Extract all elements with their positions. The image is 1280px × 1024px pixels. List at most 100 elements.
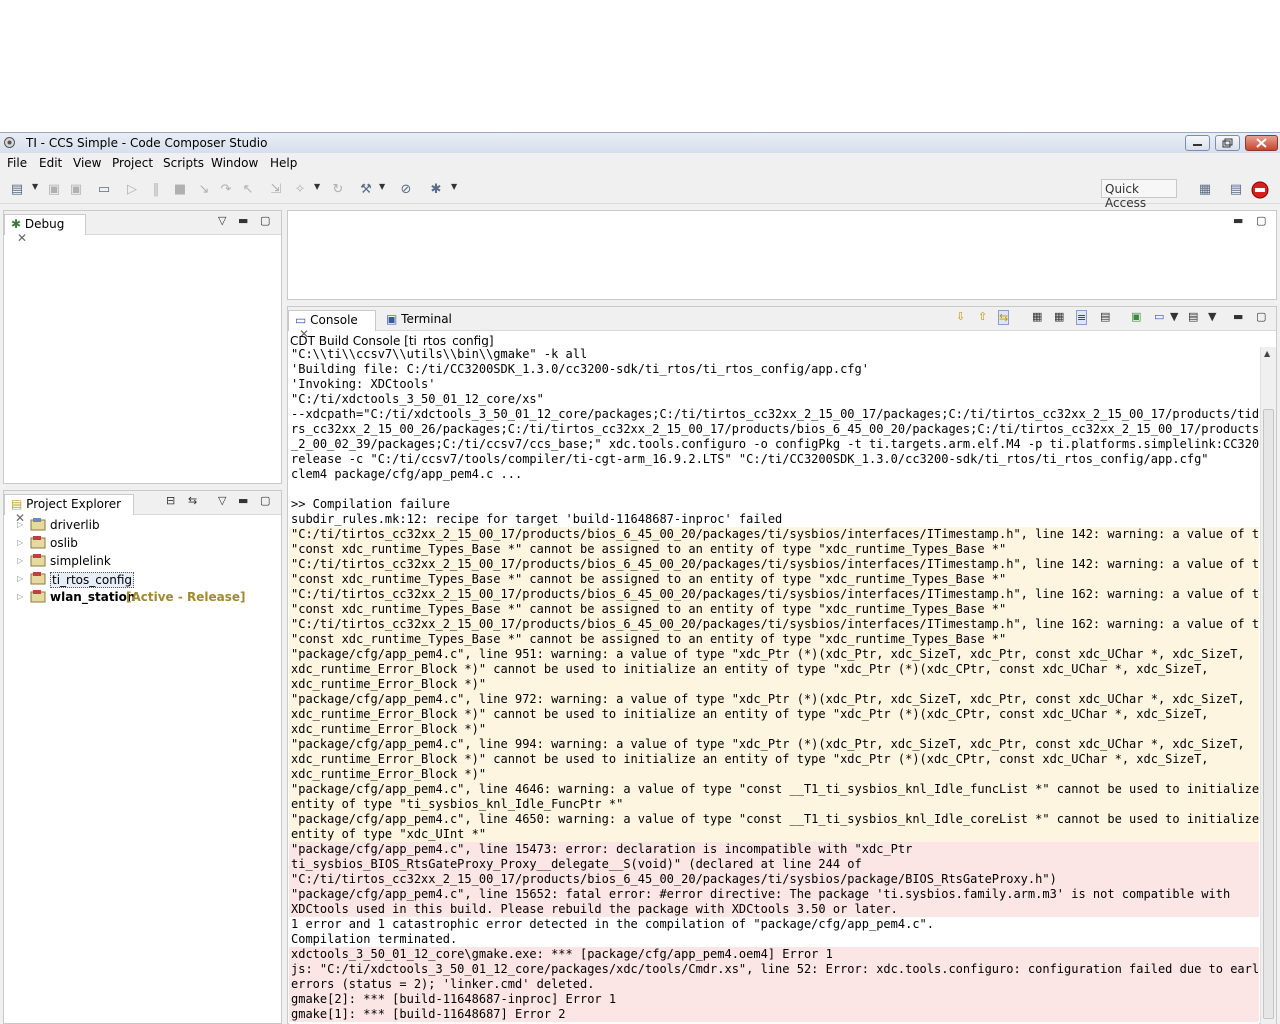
scrollbar-thumb[interactable] <box>1263 409 1274 1019</box>
menu-file[interactable]: File <box>7 156 27 170</box>
terminate-icon[interactable]: ■ <box>172 181 188 197</box>
project-explorer-icon: ▤ <box>11 497 23 511</box>
save-all-icon[interactable]: ▣ <box>68 181 84 197</box>
console-header: CDT Build Console [ti_rtos_config] <box>290 334 494 348</box>
minimize-button[interactable] <box>1185 135 1210 151</box>
reset-icon[interactable]: ✧ <box>292 181 308 197</box>
tab-terminal[interactable]: ▣ Terminal <box>386 312 452 326</box>
expand-icon[interactable]: ▷ <box>17 520 23 529</box>
view-menu-icon[interactable]: ▽ <box>218 494 226 507</box>
open-perspective-icon[interactable]: ▦ <box>1197 181 1213 197</box>
new-dropdown-icon[interactable]: ▼ <box>32 182 39 192</box>
maximize-view-icon[interactable]: ▢ <box>260 214 270 227</box>
perspective-ccs-edit-icon[interactable]: ▤ <box>1228 181 1244 197</box>
reset-dropdown-icon[interactable]: ▼ <box>314 182 321 192</box>
expand-icon[interactable]: ▷ <box>17 538 23 547</box>
tab-project-explorer[interactable]: ▤ Project Explorer ✕ <box>4 494 134 525</box>
expand-icon[interactable]: ▷ <box>17 556 23 565</box>
new-icon[interactable]: ▤ <box>9 181 25 197</box>
project-explorer-tabbar: ▤ Project Explorer ✕ ⊟ ⇆ ▽ ▬ ▢ <box>4 491 281 525</box>
console-output[interactable]: "C:\\ti\\ccsv7\\utils\\bin\\gmake" -k al… <box>289 347 1259 1024</box>
display-console-icon[interactable]: ▭ <box>1154 310 1164 323</box>
restore-button[interactable] <box>1215 135 1240 151</box>
console-line: xdc_runtime_Error_Block *)" <box>289 677 1259 692</box>
console-line: js: "C:/ti/xdctools_3_50_01_12_core/pack… <box>289 962 1259 977</box>
restore-icon <box>1222 138 1233 148</box>
console-scrollbar[interactable]: ▲ <box>1260 347 1276 1024</box>
console-toggle-icon[interactable]: ▭ <box>96 181 112 197</box>
view-menu-icon[interactable]: ▽ <box>218 214 226 227</box>
menu-view[interactable]: View <box>73 156 101 170</box>
console-line: Compilation terminated. <box>291 932 458 946</box>
quick-access-field[interactable]: Quick Access <box>1101 179 1177 210</box>
next-error-icon[interactable]: ⇩ <box>956 310 965 323</box>
restart-icon[interactable]: ↻ <box>330 181 346 197</box>
show-error-icon[interactable]: ⇆ <box>998 310 1010 325</box>
expand-icon[interactable]: ▷ <box>17 574 23 583</box>
maximize-view-icon[interactable]: ▢ <box>1256 310 1266 323</box>
maximize-view-icon[interactable]: ▢ <box>260 494 270 507</box>
maximize-view-icon[interactable]: ▢ <box>1256 214 1266 227</box>
console-line: 'Building file: C:/ti/CC3200SDK_1.3.0/cc… <box>291 362 869 376</box>
resume-icon[interactable]: ▷ <box>124 181 140 197</box>
tab-debug[interactable]: ✱ Debug ✕ <box>4 214 86 245</box>
console-line: entity of type "ti_sysbios_knl_Idle_Func… <box>289 797 1259 812</box>
tree-item-oslib[interactable]: ▷ oslib <box>4 535 279 553</box>
open-console-dropdown-icon[interactable]: ▼ <box>1208 310 1216 323</box>
link-with-editor-icon[interactable]: ⇆ <box>188 494 197 507</box>
console-line: XDCtools used in this build. Please rebu… <box>289 902 1259 917</box>
suspend-icon[interactable]: ‖ <box>148 181 164 197</box>
console-line: "C:/ti/tirtos_cc32xx_2_15_00_17/products… <box>289 527 1259 542</box>
pin-console-icon[interactable]: ▣ <box>1131 310 1141 323</box>
debug-view: ✱ Debug ✕ ▽ ▬ ▢ <box>3 210 282 484</box>
skip-breakpoints-icon[interactable]: ⊘ <box>398 181 414 197</box>
console-line: xdc_runtime_Error_Block *)" <box>289 722 1259 737</box>
console-line: xdc_runtime_Error_Block *)" cannot be us… <box>289 662 1259 677</box>
tree-item-ti-rtos-config[interactable]: ▷ ti_rtos_config <box>4 571 279 589</box>
tab-project-explorer-label: Project Explorer <box>26 497 122 511</box>
scroll-lock-icon[interactable]: ▦ <box>1054 310 1064 323</box>
step-over-icon[interactable]: ↷ <box>218 181 234 197</box>
tree-item-simplelink[interactable]: ▷ simplelink <box>4 553 279 571</box>
copy-build-log-icon[interactable]: ▦ <box>1032 310 1042 323</box>
minimize-view-icon[interactable]: ▬ <box>1233 214 1243 227</box>
debug-dropdown-icon[interactable]: ▼ <box>451 182 458 192</box>
console-line: xdc_runtime_Error_Block *)" cannot be us… <box>289 707 1259 722</box>
step-into-icon[interactable]: ↘ <box>196 181 212 197</box>
menu-window[interactable]: Window <box>211 156 258 170</box>
save-icon[interactable]: ▣ <box>46 181 62 197</box>
tree-item-wlan-station[interactable]: ▷ wlan_station [Active - Release] <box>4 589 279 607</box>
scroll-up-icon[interactable]: ▲ <box>1264 349 1270 358</box>
menu-project[interactable]: Project <box>112 156 153 170</box>
console-line: "const xdc_runtime_Types_Base *" cannot … <box>289 572 1259 587</box>
menu-edit[interactable]: Edit <box>39 156 62 170</box>
minimize-view-icon[interactable]: ▬ <box>1233 310 1243 323</box>
expand-icon[interactable]: ▷ <box>17 592 23 601</box>
ccs-app-icon[interactable] <box>3 136 16 149</box>
perspective-debug-stop-icon[interactable] <box>1250 180 1270 200</box>
clear-console-icon[interactable]: ▤ <box>1100 310 1110 323</box>
debug-bug-icon[interactable]: ✱ <box>428 181 444 197</box>
assembly-step-icon[interactable]: ⇲ <box>268 181 284 197</box>
build-hammer-icon[interactable]: ⚒ <box>358 181 374 197</box>
console-tabbar: ▭ Console ✕ ▣ Terminal ⇩ ⇧ ⇆ ▦ ▦ ≡ ▤ ▣ ▭… <box>288 307 1276 341</box>
collapse-all-icon[interactable]: ⊟ <box>166 494 175 507</box>
close-icon[interactable]: ✕ <box>17 231 27 245</box>
console-line: rs_cc32xx_2_15_00_26/packages;C:/ti/tirt… <box>291 422 1259 436</box>
console-line: subdir_rules.mk:12: recipe for target 'b… <box>291 512 783 526</box>
minimize-view-icon[interactable]: ▬ <box>238 494 248 507</box>
build-dropdown-icon[interactable]: ▼ <box>379 182 386 192</box>
display-console-dropdown-icon[interactable]: ▼ <box>1170 310 1178 323</box>
tab-console[interactable]: ▭ Console ✕ <box>288 310 376 341</box>
step-return-icon[interactable]: ↖ <box>240 181 256 197</box>
close-button[interactable] <box>1245 135 1278 151</box>
previous-error-icon[interactable]: ⇧ <box>978 310 987 323</box>
minimize-view-icon[interactable]: ▬ <box>238 214 248 227</box>
menu-scripts[interactable]: Scripts <box>163 156 204 170</box>
open-console-icon[interactable]: ▤ <box>1188 310 1198 323</box>
console-line: "package/cfg/app_pem4.c", line 15652: fa… <box>289 887 1259 902</box>
word-wrap-icon[interactable]: ≡ <box>1076 310 1088 325</box>
tree-item-driverlib[interactable]: ▷ driverlib <box>4 517 279 535</box>
menu-help[interactable]: Help <box>270 156 297 170</box>
menu-bar: File Edit View Project Scripts Window He… <box>0 153 1280 173</box>
